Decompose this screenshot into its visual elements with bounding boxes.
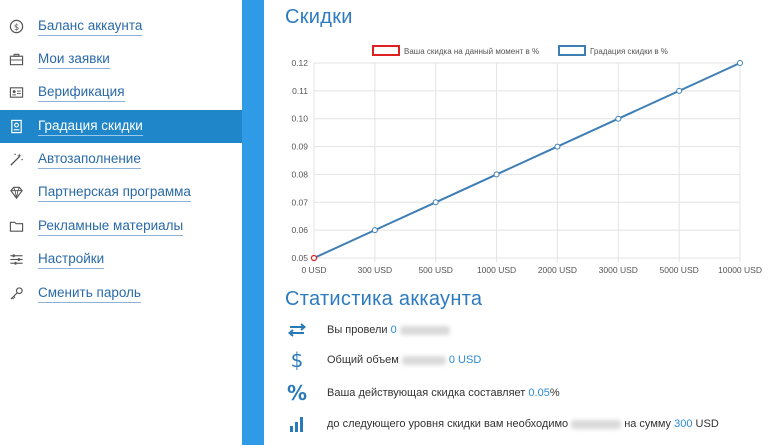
id-card-icon xyxy=(8,85,24,101)
sidebar-item-label: Сменить пароль xyxy=(38,285,141,303)
stat-value: 300 xyxy=(674,418,693,430)
dollar-sign-icon: $ xyxy=(290,348,304,372)
data-point-gradation xyxy=(371,227,378,234)
badge-icon xyxy=(8,119,24,135)
x-tick-label: 0 USD xyxy=(301,265,326,275)
legend-swatch xyxy=(372,45,400,56)
y-tick-label: 0.10 xyxy=(291,114,308,124)
sidebar-item-promo-materials[interactable]: Рекламные материалы xyxy=(0,210,242,243)
sidebar-item-label: Верификация xyxy=(38,84,125,102)
y-tick-label: 0.09 xyxy=(291,142,308,152)
stat-value: 0.05 xyxy=(528,387,550,399)
x-tick-label: 300 USD xyxy=(358,265,393,275)
y-tick-label: 0.08 xyxy=(291,169,308,179)
series-line-gradation xyxy=(313,62,741,259)
diamond-icon xyxy=(8,185,24,201)
data-point-gradation xyxy=(493,171,500,178)
legend-label: Градация скидки в % xyxy=(590,47,668,56)
discount-chart: 0.05 0.06 0.07 0.08 0.09 0.10 0.11 0.12 0 USD 300… xyxy=(291,45,762,275)
sidebar-item-label: Баланс аккаунта xyxy=(38,18,143,36)
briefcase-icon xyxy=(8,52,24,68)
sidebar-item-label: Градация скидки xyxy=(38,118,143,136)
main-content: Скидки 0.05 0.06 0.07 0.08 0.09 0.10 0.11 0.12 0… xyxy=(264,0,775,445)
key-icon xyxy=(8,286,24,302)
sidebar-item-balance[interactable]: $ Баланс аккаунта xyxy=(0,10,242,43)
x-tick-label: 2000 USD xyxy=(538,265,577,275)
legend-swatch xyxy=(558,45,586,56)
data-point-gradation xyxy=(554,143,561,150)
sidebar-item-label: Настройки xyxy=(38,251,105,269)
sidebar-item-settings[interactable]: Настройки xyxy=(0,243,242,276)
data-point-current xyxy=(310,254,318,262)
magic-wand-icon xyxy=(8,152,24,168)
x-tick-label: 1000 USD xyxy=(477,265,516,275)
stat-text: Общий объем 0 USD xyxy=(327,354,482,366)
exchange-arrows-icon xyxy=(284,318,310,342)
data-point-gradation xyxy=(615,115,622,122)
sidebar-item-partner-program[interactable]: Партнерская программа xyxy=(0,176,242,209)
legend-label: Ваша скидка на данный момент в % xyxy=(404,47,539,56)
stat-value: 0 USD xyxy=(448,354,482,366)
y-tick-label: 0.06 xyxy=(291,225,308,235)
y-tick-label: 0.07 xyxy=(291,197,308,207)
data-point-gradation xyxy=(737,60,743,66)
stats-title: Статистика аккаунта xyxy=(285,288,483,310)
sidebar-item-discount-gradation[interactable]: Градация скидки xyxy=(0,110,242,143)
sliders-icon xyxy=(8,252,24,268)
stat-text: Ваша действующая скидка составляет 0.05% xyxy=(327,387,560,399)
folder-icon xyxy=(8,219,24,235)
sidebar: $ Баланс аккаунта Мои заявки Верификация… xyxy=(0,0,242,445)
x-tick-label: 5000 USD xyxy=(660,265,699,275)
x-tick-label: 3000 USD xyxy=(599,265,638,275)
data-point-gradation xyxy=(676,87,683,94)
sidebar-item-change-password[interactable]: Сменить пароль xyxy=(0,277,242,310)
sidebar-item-autofill[interactable]: Автозаполнение xyxy=(0,143,242,176)
sidebar-item-label: Автозаполнение xyxy=(38,151,141,169)
x-tick-label: 10000 USD xyxy=(718,265,762,275)
stat-text: до следующего уровня скидки вам необходи… xyxy=(327,418,719,430)
x-tick-label: 500 USD xyxy=(418,265,453,275)
data-point-gradation xyxy=(432,199,439,206)
bar-chart-icon xyxy=(284,412,310,436)
stat-value: 0 xyxy=(390,324,397,336)
dollar-circle-icon: $ xyxy=(8,19,24,35)
sidebar-divider xyxy=(242,0,264,445)
sidebar-item-label: Партнерская программа xyxy=(38,184,191,202)
y-tick-label: 0.11 xyxy=(292,86,308,96)
sidebar-item-requests[interactable]: Мои заявки xyxy=(0,43,242,76)
y-tick-label: 0.12 xyxy=(291,58,308,68)
percent-icon: % xyxy=(286,381,308,405)
sidebar-item-label: Рекламные материалы xyxy=(38,218,184,236)
sidebar-item-verification[interactable]: Верификация xyxy=(0,76,242,109)
stat-text: Вы провели 0 xyxy=(327,324,453,336)
svg-text:$: $ xyxy=(13,22,18,32)
sidebar-item-label: Мои заявки xyxy=(38,51,110,69)
y-tick-label: 0.05 xyxy=(291,253,308,263)
